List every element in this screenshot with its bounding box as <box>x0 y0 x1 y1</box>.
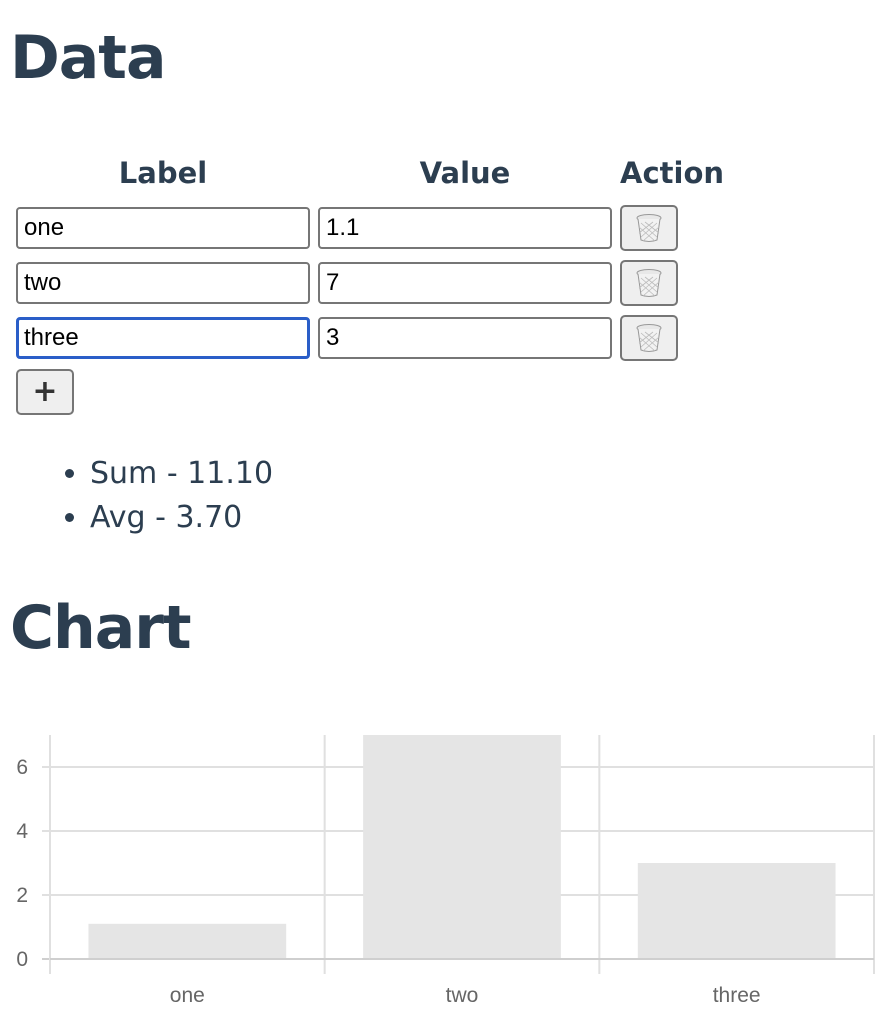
delete-row-button[interactable] <box>620 205 678 251</box>
y-tick-label: 0 <box>16 948 28 971</box>
value-input[interactable] <box>318 207 612 249</box>
trash-icon <box>636 324 662 352</box>
bar <box>363 735 561 959</box>
value-input[interactable] <box>318 317 612 359</box>
x-tick-label: three <box>713 984 761 1007</box>
column-header-value: Value <box>419 156 511 190</box>
value-input[interactable] <box>318 262 612 304</box>
stats-list: Sum - 11.10 Avg - 3.70 <box>62 452 273 540</box>
label-input[interactable] <box>16 317 310 359</box>
bar <box>637 863 836 959</box>
label-input[interactable] <box>16 262 310 304</box>
bar <box>88 923 287 959</box>
x-tick-label: one <box>170 984 205 1007</box>
column-header-action: Action <box>620 156 725 190</box>
plus-icon: + <box>32 374 58 409</box>
bar-chart: 0 2 4 6 one two three <box>16 735 875 1007</box>
label-input[interactable] <box>16 207 310 249</box>
delete-row-button[interactable] <box>620 315 678 361</box>
sum-stat: Sum - 11.10 <box>90 452 273 496</box>
data-heading: Data <box>10 23 166 93</box>
avg-stat: Avg - 3.70 <box>90 496 273 540</box>
y-tick-label: 2 <box>16 884 28 907</box>
delete-row-button[interactable] <box>620 260 678 306</box>
column-header-label: Label <box>118 156 208 190</box>
add-row-button[interactable]: + <box>16 369 74 415</box>
chart-heading: Chart <box>10 593 192 663</box>
trash-icon <box>636 269 662 297</box>
trash-icon <box>636 214 662 242</box>
y-tick-label: 4 <box>16 820 28 843</box>
x-tick-label: two <box>446 984 479 1007</box>
y-tick-label: 6 <box>16 756 28 779</box>
